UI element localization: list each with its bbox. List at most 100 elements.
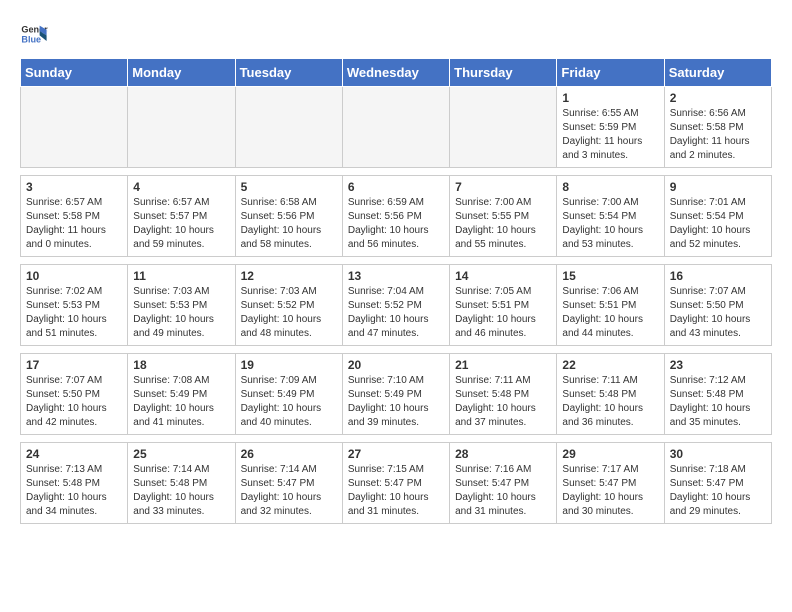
calendar-cell: 5 Sunrise: 6:58 AM Sunset: 5:56 PM Daylig… — [235, 176, 342, 257]
day-number: 26 — [241, 447, 337, 461]
day-number: 4 — [133, 180, 229, 194]
day-number: 1 — [562, 91, 658, 105]
day-number: 18 — [133, 358, 229, 372]
weekday-saturday: Saturday — [664, 59, 771, 87]
week-row-1: 1 Sunrise: 6:55 AM Sunset: 5:59 PM Daylig… — [21, 87, 772, 168]
day-number: 19 — [241, 358, 337, 372]
calendar-cell: 22Sunrise: 7:11 AM Sunset: 5:48 PM Dayli… — [557, 354, 664, 435]
day-info: Sunrise: 7:17 AM Sunset: 5:47 PM Dayligh… — [562, 463, 658, 519]
day-number: 3 — [26, 180, 122, 194]
svg-text:Blue: Blue — [21, 34, 41, 44]
header: General Blue — [20, 20, 772, 48]
day-info: Sunrise: 7:13 AM Sunset: 5:48 PM Dayligh… — [26, 463, 122, 519]
calendar: SundayMondayTuesdayWednesdayThursdayFrid… — [20, 58, 772, 524]
day-info: Sunrise: 7:00 AM Sunset: 5:54 PM Dayligh… — [562, 196, 658, 252]
calendar-cell: 17Sunrise: 7:07 AM Sunset: 5:50 PM Dayli… — [21, 354, 128, 435]
weekday-wednesday: Wednesday — [342, 59, 449, 87]
day-info: Sunrise: 7:00 AM Sunset: 5:55 PM Dayligh… — [455, 196, 551, 252]
calendar-cell: 19 Sunrise: 7:09 AM Sunset: 5:49 PM Dayli… — [235, 354, 342, 435]
calendar-cell: 2 Sunrise: 6:56 AM Sunset: 5:58 PM Daylig… — [664, 87, 771, 168]
day-number: 7 — [455, 180, 551, 194]
day-info: Sunrise: 7:04 AM Sunset: 5:52 PM Dayligh… — [348, 285, 444, 341]
day-info: Sunrise: 7:02 AM Sunset: 5:53 PM Dayligh… — [26, 285, 122, 341]
calendar-cell: 3Sunrise: 6:57 AM Sunset: 5:58 PM Daylig… — [21, 176, 128, 257]
week-row-3: 10 Sunrise: 7:02 AM Sunset: 5:53 PM Dayli… — [21, 265, 772, 346]
day-info: Sunrise: 7:14 AM Sunset: 5:48 PM Dayligh… — [133, 463, 229, 519]
day-info: Sunrise: 6:57 AM Sunset: 5:57 PM Dayligh… — [133, 196, 229, 252]
calendar-cell: 20Sunrise: 7:10 AM Sunset: 5:49 PM Dayli… — [342, 354, 449, 435]
logo-icon: General Blue — [20, 20, 48, 48]
calendar-cell: 7 Sunrise: 7:00 AM Sunset: 5:55 PM Daylig… — [450, 176, 557, 257]
day-number: 2 — [670, 91, 766, 105]
week-row-5: 24 Sunrise: 7:13 AM Sunset: 5:48 PM Dayli… — [21, 443, 772, 524]
calendar-cell: 1 Sunrise: 6:55 AM Sunset: 5:59 PM Daylig… — [557, 87, 664, 168]
calendar-cell: 25 Sunrise: 7:14 AM Sunset: 5:48 PM Dayli… — [128, 443, 235, 524]
day-number: 29 — [562, 447, 658, 461]
day-number: 28 — [455, 447, 551, 461]
calendar-cell: 29 Sunrise: 7:17 AM Sunset: 5:47 PM Dayli… — [557, 443, 664, 524]
row-separator — [21, 435, 772, 443]
day-info: Sunrise: 7:06 AM Sunset: 5:51 PM Dayligh… — [562, 285, 658, 341]
weekday-thursday: Thursday — [450, 59, 557, 87]
row-separator — [21, 168, 772, 176]
day-info: Sunrise: 6:56 AM Sunset: 5:58 PM Dayligh… — [670, 107, 766, 163]
weekday-monday: Monday — [128, 59, 235, 87]
day-number: 5 — [241, 180, 337, 194]
row-separator — [21, 346, 772, 354]
calendar-cell: 11 Sunrise: 7:03 AM Sunset: 5:53 PM Dayli… — [128, 265, 235, 346]
calendar-cell: 4 Sunrise: 6:57 AM Sunset: 5:57 PM Daylig… — [128, 176, 235, 257]
day-number: 17 — [26, 358, 122, 372]
day-info: Sunrise: 7:03 AM Sunset: 5:53 PM Dayligh… — [133, 285, 229, 341]
day-info: Sunrise: 6:55 AM Sunset: 5:59 PM Dayligh… — [562, 107, 658, 163]
calendar-cell — [450, 87, 557, 168]
day-info: Sunrise: 7:03 AM Sunset: 5:52 PM Dayligh… — [241, 285, 337, 341]
day-info: Sunrise: 6:58 AM Sunset: 5:56 PM Dayligh… — [241, 196, 337, 252]
day-info: Sunrise: 7:09 AM Sunset: 5:49 PM Dayligh… — [241, 374, 337, 430]
day-number: 8 — [562, 180, 658, 194]
day-info: Sunrise: 7:07 AM Sunset: 5:50 PM Dayligh… — [670, 285, 766, 341]
calendar-cell: 13 Sunrise: 7:04 AM Sunset: 5:52 PM Dayli… — [342, 265, 449, 346]
logo: General Blue — [20, 20, 48, 48]
day-info: Sunrise: 6:59 AM Sunset: 5:56 PM Dayligh… — [348, 196, 444, 252]
calendar-cell: 30Sunrise: 7:18 AM Sunset: 5:47 PM Dayli… — [664, 443, 771, 524]
day-number: 24 — [26, 447, 122, 461]
calendar-cell: 12 Sunrise: 7:03 AM Sunset: 5:52 PM Dayli… — [235, 265, 342, 346]
calendar-cell: 9Sunrise: 7:01 AM Sunset: 5:54 PM Daylig… — [664, 176, 771, 257]
calendar-cell: 21Sunrise: 7:11 AM Sunset: 5:48 PM Dayli… — [450, 354, 557, 435]
day-number: 11 — [133, 269, 229, 283]
weekday-friday: Friday — [557, 59, 664, 87]
week-row-4: 17Sunrise: 7:07 AM Sunset: 5:50 PM Dayli… — [21, 354, 772, 435]
calendar-cell: 14 Sunrise: 7:05 AM Sunset: 5:51 PM Dayli… — [450, 265, 557, 346]
day-number: 15 — [562, 269, 658, 283]
day-info: Sunrise: 7:18 AM Sunset: 5:47 PM Dayligh… — [670, 463, 766, 519]
day-number: 13 — [348, 269, 444, 283]
calendar-cell: 18Sunrise: 7:08 AM Sunset: 5:49 PM Dayli… — [128, 354, 235, 435]
weekday-sunday: Sunday — [21, 59, 128, 87]
calendar-cell — [235, 87, 342, 168]
calendar-cell: 24 Sunrise: 7:13 AM Sunset: 5:48 PM Dayli… — [21, 443, 128, 524]
weekday-tuesday: Tuesday — [235, 59, 342, 87]
week-row-2: 3Sunrise: 6:57 AM Sunset: 5:58 PM Daylig… — [21, 176, 772, 257]
calendar-cell — [21, 87, 128, 168]
day-info: Sunrise: 7:12 AM Sunset: 5:48 PM Dayligh… — [670, 374, 766, 430]
day-number: 16 — [670, 269, 766, 283]
day-number: 10 — [26, 269, 122, 283]
day-number: 27 — [348, 447, 444, 461]
day-number: 14 — [455, 269, 551, 283]
calendar-cell: 6 Sunrise: 6:59 AM Sunset: 5:56 PM Daylig… — [342, 176, 449, 257]
calendar-cell: 15 Sunrise: 7:06 AM Sunset: 5:51 PM Dayli… — [557, 265, 664, 346]
calendar-cell: 26Sunrise: 7:14 AM Sunset: 5:47 PM Dayli… — [235, 443, 342, 524]
row-separator — [21, 257, 772, 265]
calendar-cell: 27Sunrise: 7:15 AM Sunset: 5:47 PM Dayli… — [342, 443, 449, 524]
day-info: Sunrise: 7:10 AM Sunset: 5:49 PM Dayligh… — [348, 374, 444, 430]
day-info: Sunrise: 7:05 AM Sunset: 5:51 PM Dayligh… — [455, 285, 551, 341]
day-number: 6 — [348, 180, 444, 194]
day-info: Sunrise: 7:11 AM Sunset: 5:48 PM Dayligh… — [562, 374, 658, 430]
day-number: 12 — [241, 269, 337, 283]
calendar-cell: 16 Sunrise: 7:07 AM Sunset: 5:50 PM Dayli… — [664, 265, 771, 346]
calendar-cell: 10 Sunrise: 7:02 AM Sunset: 5:53 PM Dayli… — [21, 265, 128, 346]
day-number: 23 — [670, 358, 766, 372]
weekday-header-row: SundayMondayTuesdayWednesdayThursdayFrid… — [21, 59, 772, 87]
day-number: 25 — [133, 447, 229, 461]
day-info: Sunrise: 7:01 AM Sunset: 5:54 PM Dayligh… — [670, 196, 766, 252]
